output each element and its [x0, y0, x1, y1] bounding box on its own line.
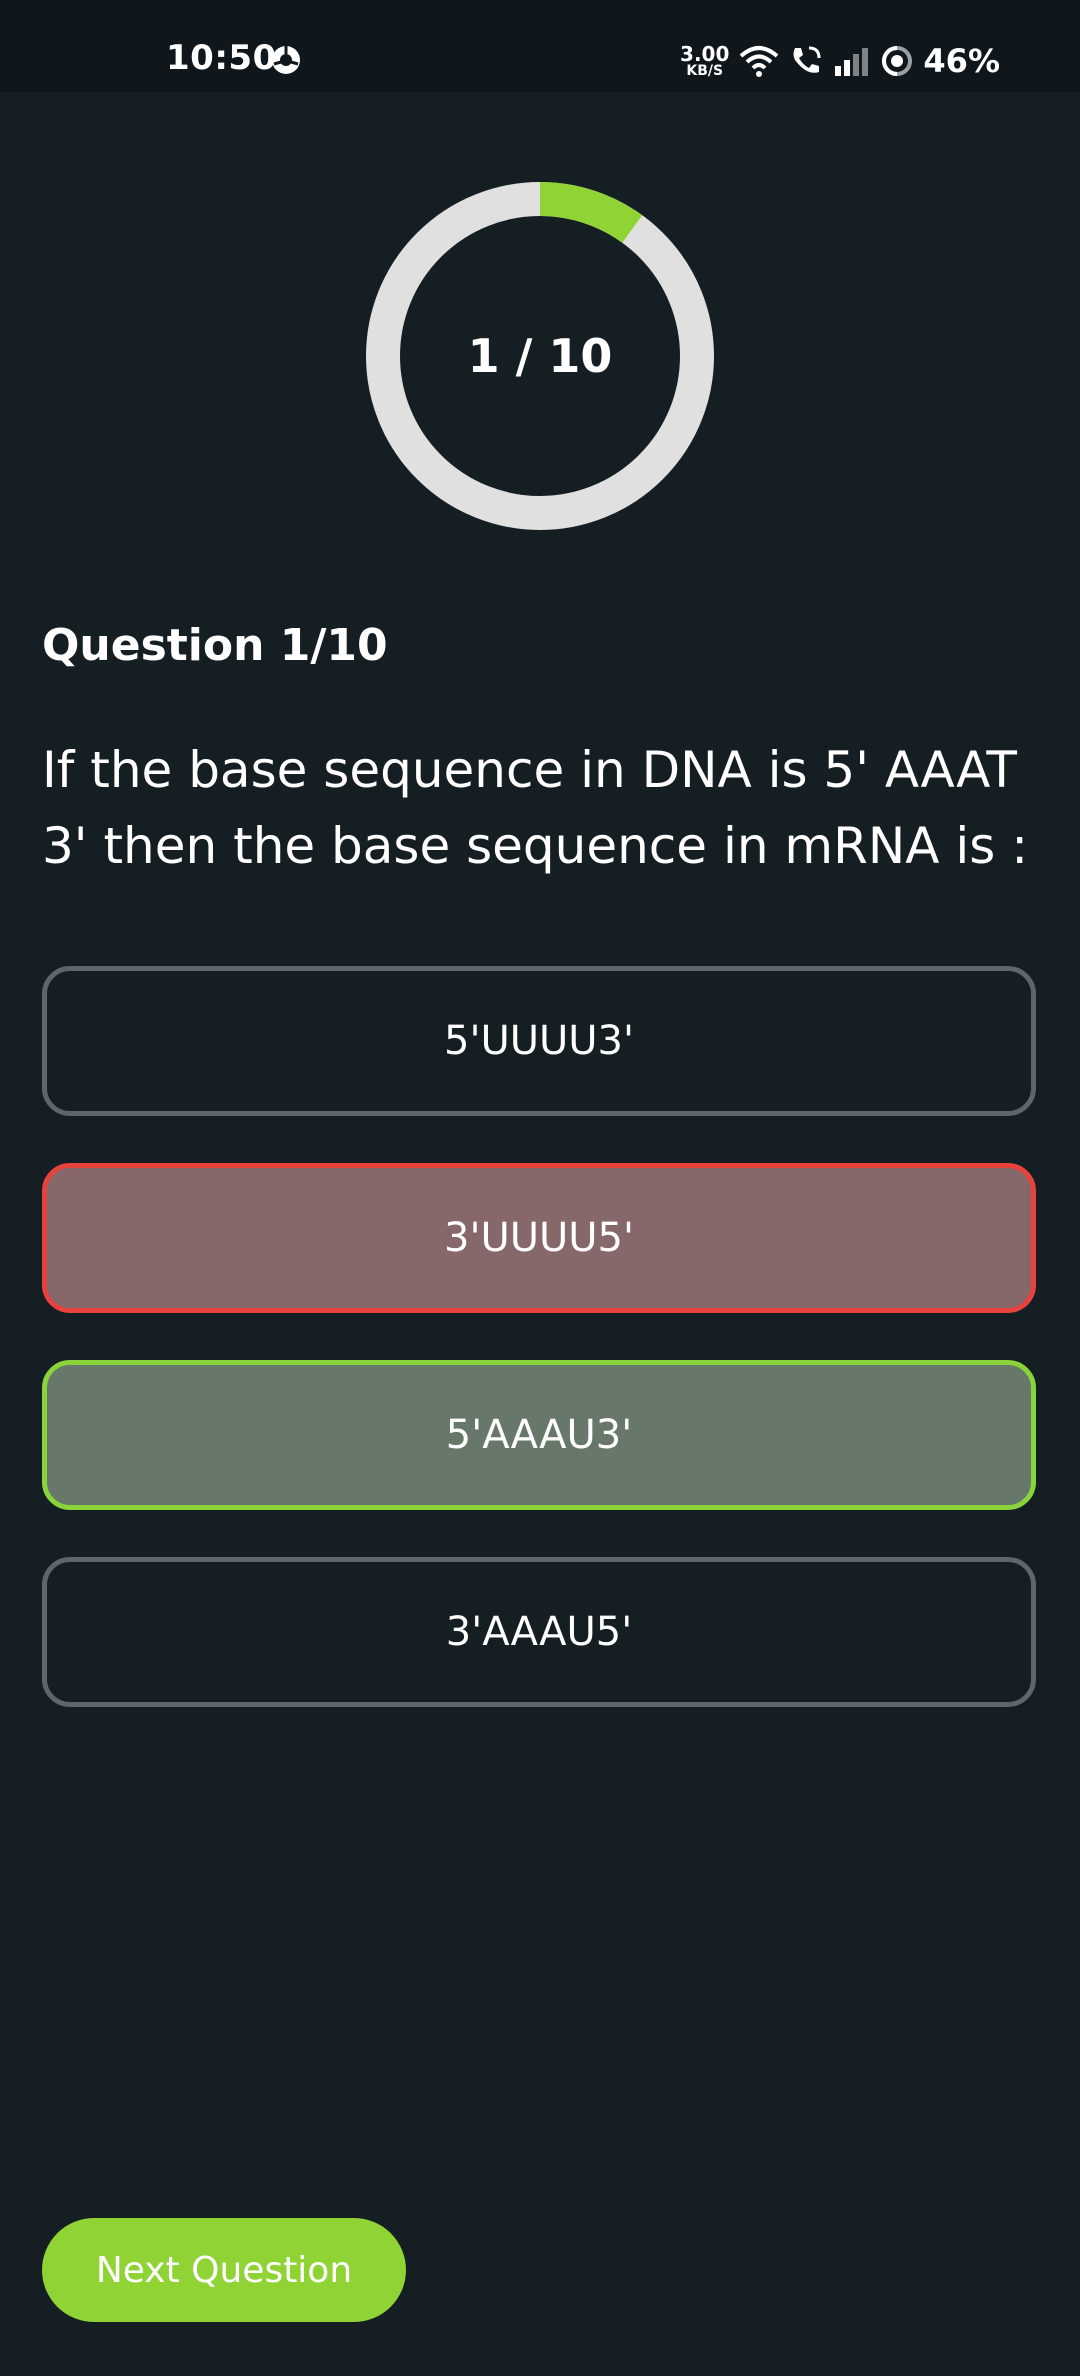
- battery-icon: [882, 46, 913, 76]
- signal-icon: [835, 48, 869, 76]
- question-number: Question 1/10: [42, 620, 388, 671]
- answer-option-correct[interactable]: 5'AAAU3': [42, 1360, 1036, 1510]
- answer-option-wrong[interactable]: 3'UUUU5': [42, 1163, 1036, 1313]
- answer-option[interactable]: 5'UUUU3': [42, 966, 1036, 1116]
- app-notification-icon: [272, 46, 300, 74]
- answer-option[interactable]: 3'AAAU5': [42, 1557, 1036, 1707]
- wifi-call-icon: [793, 46, 821, 73]
- network-speed: 3.00 KB/S: [680, 44, 729, 78]
- progress-ring-label: 1 / 10: [467, 329, 613, 383]
- answer-option-label: 5'AAAU3': [445, 1412, 633, 1458]
- question-text: If the base sequence in DNA is 5' AAAT 3…: [42, 741, 1029, 875]
- next-question-label: Next Question: [95, 2249, 353, 2291]
- status-bar: 10:50 3.00 KB/S 46%: [0, 0, 1080, 92]
- status-icons: 3.00 KB/S 46%: [680, 40, 1000, 82]
- answer-option-label: 3'AAAU5': [445, 1609, 633, 1655]
- answer-option-label: 3'UUUU5': [444, 1215, 634, 1261]
- status-time: 10:50: [166, 38, 277, 78]
- wifi-icon: [740, 46, 779, 77]
- next-question-button[interactable]: Next Question: [42, 2218, 406, 2322]
- answer-option-label: 5'UUUU3': [444, 1018, 634, 1064]
- network-speed-unit: KB/S: [686, 63, 724, 79]
- network-speed-value: 3.00: [680, 42, 730, 66]
- battery-percentage: 46%: [923, 42, 1000, 80]
